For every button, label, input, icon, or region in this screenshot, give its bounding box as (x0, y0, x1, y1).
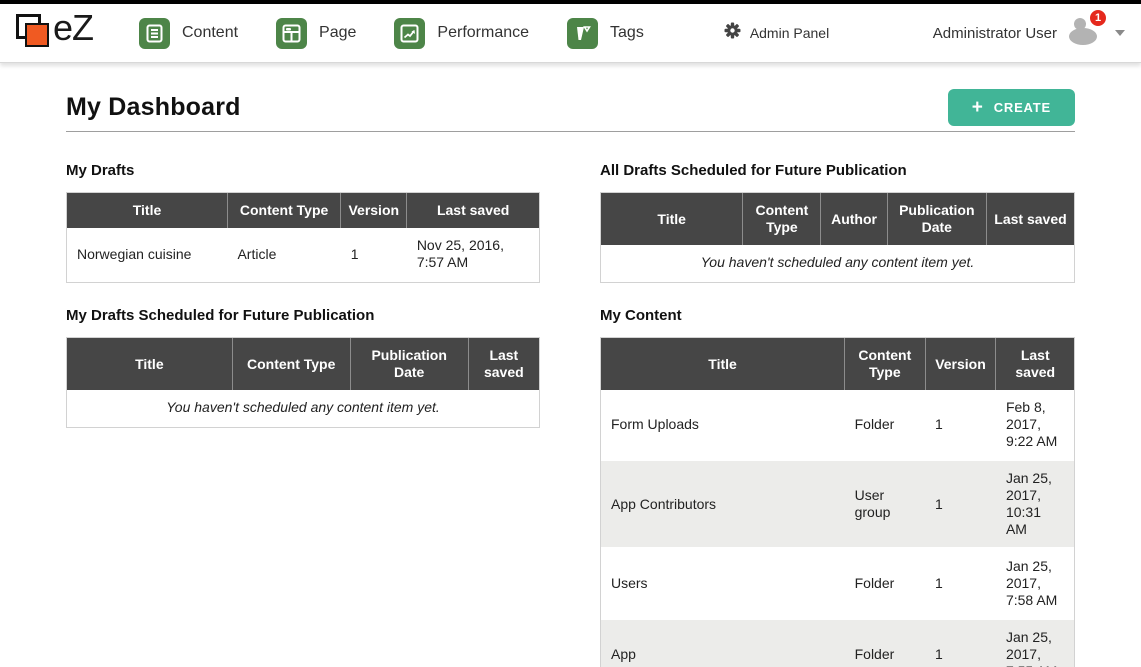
content-icon (139, 18, 170, 49)
column-header: Content Type (227, 193, 340, 228)
empty-row: You haven't scheduled any content item y… (601, 245, 1074, 281)
notification-badge[interactable]: 1 (1089, 9, 1107, 27)
table-cell: Feb 8, 2017, 9:22 AM (996, 390, 1074, 460)
column-header: Last saved (407, 193, 539, 228)
plus-icon: + (972, 101, 984, 114)
nav-item-content[interactable]: Content (139, 18, 238, 49)
nav-label-page: Page (319, 24, 356, 42)
gear-icon (724, 22, 741, 44)
page-header: My Dashboard + CREATE (66, 89, 1075, 126)
ez-logo-text: eZ (53, 7, 93, 49)
table-cell: User group (845, 460, 925, 548)
panel-my-drafts-scheduled: My Drafts Scheduled for Future Publicati… (66, 307, 540, 428)
avatar: 1 (1067, 16, 1103, 50)
column-header: Last saved (986, 193, 1074, 245)
panel-all-drafts-scheduled: All Drafts Scheduled for Future Publicat… (600, 162, 1075, 283)
nav-item-tags[interactable]: Tags (567, 18, 644, 49)
my-drafts-table: TitleContent TypeVersionLast savedNorweg… (66, 192, 540, 283)
table-row[interactable]: Form UploadsFolder1Feb 8, 2017, 9:22 AM (601, 390, 1074, 460)
nav-label-content: Content (182, 24, 238, 42)
table-cell: 1 (925, 548, 996, 619)
column-header: Version (341, 193, 407, 228)
table-cell: App (601, 619, 845, 667)
ez-logo-orange-square (25, 23, 49, 47)
top-navigation-bar: eZ Content Pag (0, 4, 1141, 63)
admin-panel-button[interactable]: Admin Panel (724, 22, 829, 44)
panel-title: My Content (600, 307, 1075, 324)
table-header-row: TitleContent TypePublication DateLast sa… (67, 338, 539, 390)
my-content-table: TitleContent TypeVersionLast savedForm U… (600, 337, 1075, 667)
table-cell: 1 (341, 228, 407, 281)
performance-icon (394, 18, 425, 49)
table-cell: Users (601, 548, 845, 619)
column-header: Content Type (232, 338, 350, 390)
column-header: Last saved (996, 338, 1074, 390)
column-header: Publication Date (887, 193, 986, 245)
column-header: Content Type (743, 193, 821, 245)
column-header: Title (67, 193, 227, 228)
dashboard-page: My Dashboard + CREATE My Drafts TitleCon… (0, 63, 1141, 667)
panel-my-content: My Content TitleContent TypeVersionLast … (600, 307, 1075, 667)
nav-item-page[interactable]: Page (276, 18, 356, 49)
column-header: Title (67, 338, 232, 390)
empty-message: You haven't scheduled any content item y… (601, 245, 1074, 281)
empty-row: You haven't scheduled any content item y… (67, 390, 539, 426)
empty-message: You haven't scheduled any content item y… (67, 390, 539, 426)
tags-icon (567, 18, 598, 49)
panel-title: All Drafts Scheduled for Future Publicat… (600, 162, 1075, 179)
panel-title: My Drafts (66, 162, 540, 179)
table-cell: Folder (845, 390, 925, 460)
table-header-row: TitleContent TypeAuthorPublication DateL… (601, 193, 1074, 245)
column-header: Last saved (468, 338, 539, 390)
table-row[interactable]: Norwegian cuisineArticle1Nov 25, 2016, 7… (67, 228, 539, 281)
admin-panel-label: Admin Panel (750, 25, 829, 41)
table-cell: Jan 25, 2017, 7:58 AM (996, 548, 1074, 619)
table-row[interactable]: AppFolder1Jan 25, 2017, 7:55 AM (601, 619, 1074, 667)
table-cell: Folder (845, 548, 925, 619)
table-cell: 1 (925, 460, 996, 548)
table-cell: App Contributors (601, 460, 845, 548)
page-icon (276, 18, 307, 49)
column-header: Content Type (845, 338, 925, 390)
table-cell: 1 (925, 390, 996, 460)
table-cell: Folder (845, 619, 925, 667)
nav-label-performance: Performance (437, 24, 529, 42)
page-title: My Dashboard (66, 93, 241, 122)
table-row[interactable]: App ContributorsUser group1Jan 25, 2017,… (601, 460, 1074, 548)
dashboard-panels: My Drafts TitleContent TypeVersionLast s… (66, 162, 1075, 667)
column-header: Publication Date (350, 338, 468, 390)
table-cell: 1 (925, 619, 996, 667)
column-header: Version (925, 338, 996, 390)
header-divider (66, 131, 1075, 132)
column-header: Author (821, 193, 887, 245)
table-cell: Jan 25, 2017, 7:55 AM (996, 619, 1074, 667)
nav-label-tags: Tags (610, 24, 644, 42)
ez-logo[interactable]: eZ (16, 10, 111, 56)
create-button[interactable]: + CREATE (948, 89, 1075, 126)
column-header: Title (601, 338, 845, 390)
create-button-label: CREATE (994, 100, 1051, 115)
table-cell: Jan 25, 2017, 10:31 AM (996, 460, 1074, 548)
chevron-down-icon (1115, 30, 1125, 36)
table-cell: Norwegian cuisine (67, 228, 227, 281)
panel-title: My Drafts Scheduled for Future Publicati… (66, 307, 540, 324)
all-drafts-scheduled-table: TitleContent TypeAuthorPublication DateL… (600, 192, 1075, 283)
user-name: Administrator User (933, 25, 1057, 42)
table-cell: Nov 25, 2016, 7:57 AM (407, 228, 539, 281)
table-row[interactable]: UsersFolder1Jan 25, 2017, 7:58 AM (601, 548, 1074, 619)
table-header-row: TitleContent TypeVersionLast saved (601, 338, 1074, 390)
main-nav: Content Page Performance (139, 18, 644, 49)
table-cell: Article (227, 228, 340, 281)
panel-my-drafts: My Drafts TitleContent TypeVersionLast s… (66, 162, 540, 283)
column-header: Title (601, 193, 743, 245)
table-cell: Form Uploads (601, 390, 845, 460)
nav-item-performance[interactable]: Performance (394, 18, 529, 49)
table-header-row: TitleContent TypeVersionLast saved (67, 193, 539, 228)
user-menu[interactable]: Administrator User 1 (933, 16, 1125, 50)
my-drafts-scheduled-table: TitleContent TypePublication DateLast sa… (66, 337, 540, 428)
